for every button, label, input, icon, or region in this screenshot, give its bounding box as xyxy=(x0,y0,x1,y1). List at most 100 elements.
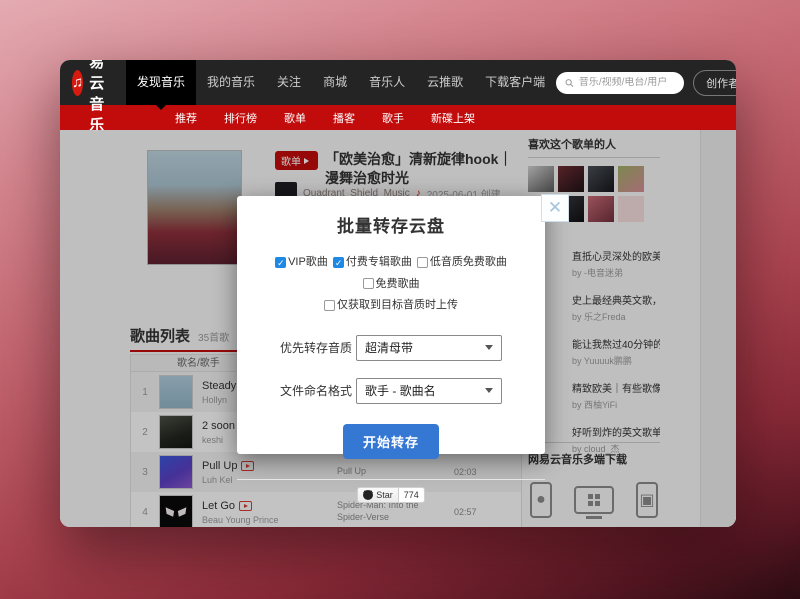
spider-eyes-art xyxy=(160,496,192,527)
download-section-title: 网易云音乐多端下载 xyxy=(528,442,660,472)
song-album[interactable]: Pull Up xyxy=(337,466,432,478)
liker-avatar[interactable] xyxy=(558,166,584,192)
checkbox-checked-icon xyxy=(275,257,286,268)
checkbox-paid-album-songs[interactable]: 付费专辑歌曲 xyxy=(333,253,412,272)
related-playlist-item[interactable]: 能让我熬过40分钟的... by Yuuuuk鹏鹏 xyxy=(572,336,660,367)
related-playlists-section: 直抵心灵深处的欧美... by -电音迷弟 史上最经典英文歌，... by 乐之… xyxy=(528,248,660,468)
app-logo[interactable]: ♫ 网易云音乐 xyxy=(72,60,120,135)
checkbox-checked-icon xyxy=(333,257,344,268)
subnav-item-new-album[interactable]: 新碟上架 xyxy=(431,110,475,126)
github-star-count: 774 xyxy=(399,487,425,503)
windows-pc-download-icon[interactable] xyxy=(574,486,614,514)
naming-format-select[interactable]: 歌手 - 歌曲名 xyxy=(356,378,502,404)
related-playlist-author[interactable]: by 乐之Freda xyxy=(572,310,660,323)
song-duration: 02:03 xyxy=(432,467,492,477)
modal-title: 批量转存云盘 xyxy=(237,212,545,237)
close-icon[interactable]: ✕ xyxy=(541,194,569,222)
song-title[interactable]: Pull Up xyxy=(202,460,337,472)
likes-section-title: 喜欢这个歌单的人 xyxy=(528,136,660,158)
song-cover[interactable] xyxy=(159,415,193,449)
naming-format-value: 歌手 - 歌曲名 xyxy=(365,382,436,399)
song-cover[interactable] xyxy=(159,375,193,409)
multi-device-download-section: 网易云音乐多端下载 ● ▣ 同步歌单，随时随地畅听好音乐 xyxy=(528,442,660,527)
android-download-icon[interactable]: ▣ xyxy=(636,482,658,518)
subnav-item-playlist[interactable]: 歌单 xyxy=(284,110,306,126)
song-index: 3 xyxy=(131,467,159,478)
nav-item-my-music[interactable]: 我的音乐 xyxy=(196,60,266,105)
browser-window: ♫ 网易云音乐 发现音乐 我的音乐 关注 商城 音乐人 云推歌 下载客户端 创作… xyxy=(60,60,736,527)
mv-icon[interactable] xyxy=(241,461,254,471)
start-transfer-button[interactable]: 开始转存 xyxy=(343,424,439,459)
creator-center-button[interactable]: 创作者中心 xyxy=(693,70,736,96)
checkbox-vip-songs[interactable]: VIP歌曲 xyxy=(275,253,328,272)
github-octocat-icon xyxy=(363,490,373,500)
liker-avatar[interactable] xyxy=(618,166,644,192)
play-icon xyxy=(304,158,312,164)
nav-item-cloud-push[interactable]: 云推歌 xyxy=(416,60,474,105)
subnav-item-toplist[interactable]: 排行榜 xyxy=(224,110,257,126)
chevron-down-icon xyxy=(485,345,493,354)
checkbox-label: 免费歌曲 xyxy=(376,275,420,294)
related-playlist-title[interactable]: 好听到炸的英文歌单... xyxy=(572,424,660,439)
checkbox-label: 低音质免费歌曲 xyxy=(430,253,507,272)
search-icon xyxy=(565,78,574,88)
search-input[interactable] xyxy=(579,77,675,88)
github-star-label: Star xyxy=(376,490,393,500)
checkbox-unchecked-icon xyxy=(324,300,335,311)
subnav-item-podcast[interactable]: 播客 xyxy=(333,110,355,126)
song-cover[interactable] xyxy=(159,455,193,489)
song-index: 2 xyxy=(131,427,159,438)
song-count: 35首歌 xyxy=(198,329,229,346)
search-box[interactable] xyxy=(556,72,684,94)
navbar-right-cluster: 创作者中心 2 xyxy=(556,70,736,96)
desktop-background: ♫ 网易云音乐 发现音乐 我的音乐 关注 商城 音乐人 云推歌 下载客户端 创作… xyxy=(0,0,800,599)
related-playlist-title[interactable]: 直抵心灵深处的欧美... xyxy=(572,248,660,263)
related-playlist-author[interactable]: by Yuuuuk鹏鹏 xyxy=(572,354,660,367)
song-index: 4 xyxy=(131,507,159,518)
subnav-item-recommend[interactable]: 推荐 xyxy=(175,110,197,126)
related-playlist-title[interactable]: 能让我熬过40分钟的... xyxy=(572,336,660,351)
checkbox-label: 付费专辑歌曲 xyxy=(346,253,412,272)
song-artist[interactable]: Beau Young Prince xyxy=(202,515,337,525)
checkbox-upload-only-target-quality[interactable]: 仅获取到目标音质时上传 xyxy=(324,296,458,315)
song-duration: 02:57 xyxy=(432,507,492,517)
page-right-gutter xyxy=(700,130,736,527)
related-playlist-item[interactable]: 直抵心灵深处的欧美... by -电音迷弟 xyxy=(572,248,660,279)
related-playlist-author[interactable]: by -电音迷弟 xyxy=(572,266,660,279)
nav-item-mall[interactable]: 商城 xyxy=(312,60,358,105)
subnav-item-artist[interactable]: 歌手 xyxy=(382,110,404,126)
song-list-title: 歌曲列表 xyxy=(130,325,190,346)
liker-avatar[interactable] xyxy=(588,196,614,222)
playlist-cover-image xyxy=(147,150,242,265)
checkbox-free-songs[interactable]: 免费歌曲 xyxy=(363,275,420,294)
related-playlist-title[interactable]: 史上最经典英文歌，... xyxy=(572,292,660,307)
github-star-widget[interactable]: Star 774 xyxy=(357,487,425,503)
app-logo-text: 网易云音乐 xyxy=(89,60,120,135)
netease-music-logo-icon: ♫ xyxy=(72,70,83,96)
related-playlist-item[interactable]: 史上最经典英文歌，... by 乐之Freda xyxy=(572,292,660,323)
nav-item-discover[interactable]: 发现音乐 xyxy=(126,60,196,105)
song-cover[interactable] xyxy=(159,495,193,527)
batch-transfer-modal: ✕ 批量转存云盘 VIP歌曲 付费专辑歌曲 低音质免费歌曲 免费歌曲 仅获取到目… xyxy=(237,196,545,454)
nav-item-download-client[interactable]: 下载客户端 xyxy=(474,60,556,105)
related-playlist-title[interactable]: 精致欧美｜有些歌像... xyxy=(572,380,660,395)
checkbox-label: VIP歌曲 xyxy=(288,253,328,272)
nav-item-musician[interactable]: 音乐人 xyxy=(358,60,416,105)
quality-select[interactable]: 超清母带 xyxy=(356,335,502,361)
related-playlist-author[interactable]: by 西柚YiFi xyxy=(572,398,660,411)
related-playlist-item[interactable]: 精致欧美｜有些歌像... by 西柚YiFi xyxy=(572,380,660,411)
liker-avatar[interactable] xyxy=(588,166,614,192)
liker-avatar[interactable] xyxy=(528,166,554,192)
chevron-down-icon xyxy=(485,388,493,397)
quality-select-label: 优先转存音质 xyxy=(280,339,352,356)
right-sidebar: 喜欢这个歌单的人 直抵心灵深处的欧美... xyxy=(528,130,660,527)
song-type-checkboxes: VIP歌曲 付费专辑歌曲 低音质免费歌曲 免费歌曲 仅获取到目标音质时上传 xyxy=(248,253,534,318)
checkbox-low-quality-free-songs[interactable]: 低音质免费歌曲 xyxy=(417,253,507,272)
liker-avatar[interactable] xyxy=(618,196,644,222)
song-index: 1 xyxy=(131,387,159,398)
checkbox-unchecked-icon xyxy=(363,278,374,289)
playlist-type-badge: 歌单 xyxy=(275,151,318,170)
nav-item-follow[interactable]: 关注 xyxy=(266,60,312,105)
top-navbar: ♫ 网易云音乐 发现音乐 我的音乐 关注 商城 音乐人 云推歌 下载客户端 创作… xyxy=(60,60,736,105)
modal-divider xyxy=(237,479,545,480)
